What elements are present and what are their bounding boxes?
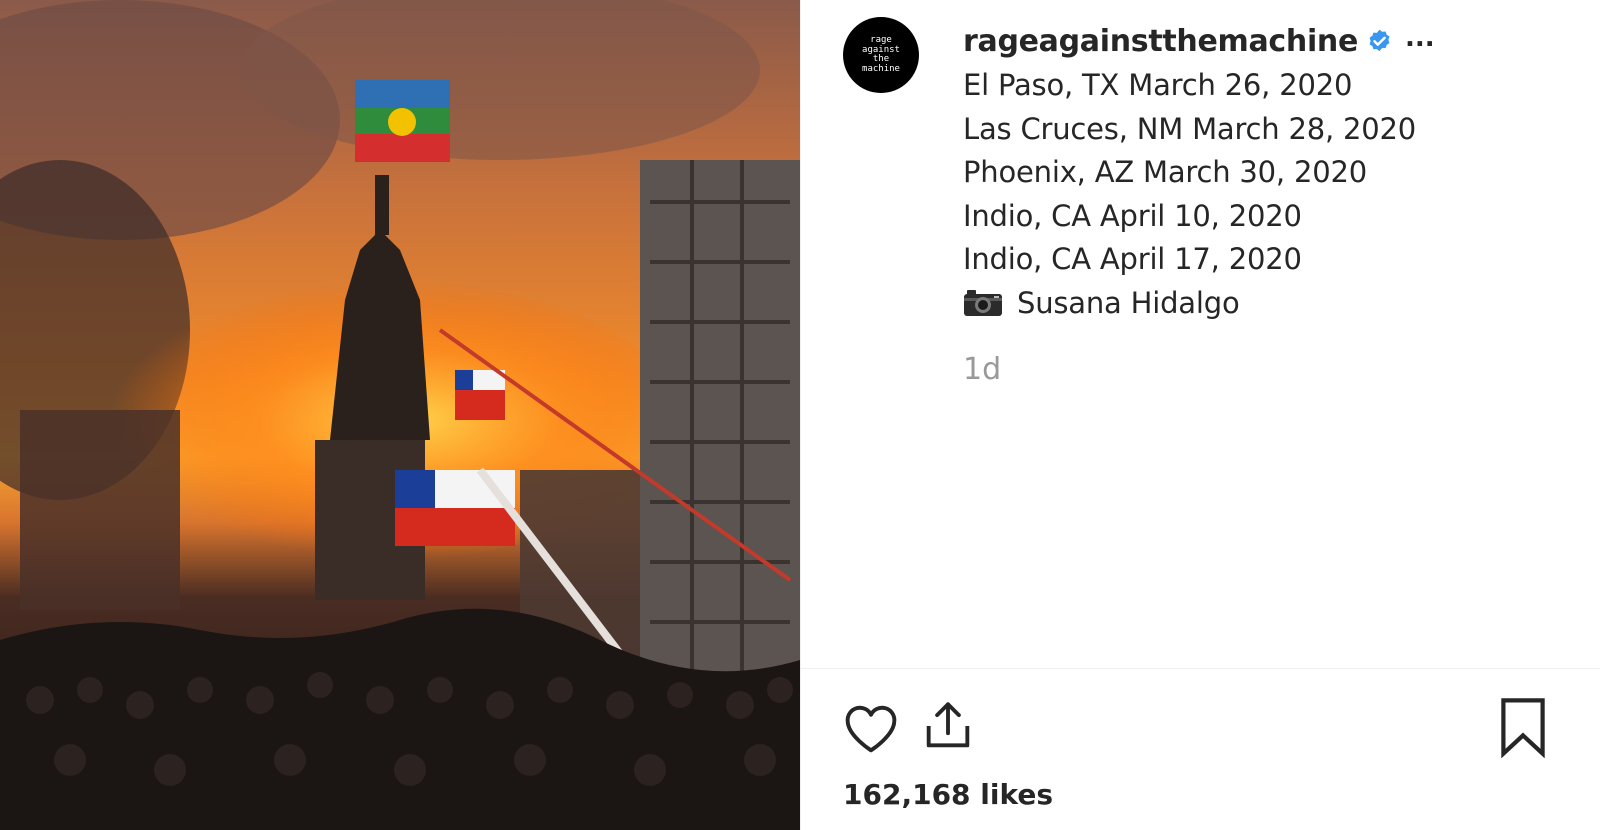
post-panel: rage against the machine rageagainstthem… <box>801 0 1600 830</box>
caption-line: Phoenix, AZ March 30, 2020 <box>963 155 1367 189</box>
post-photo[interactable] <box>0 0 800 830</box>
camera-icon <box>964 289 1002 316</box>
likes-count[interactable]: 162,168 likes <box>843 778 1053 811</box>
bookmark-icon[interactable] <box>1495 696 1551 758</box>
caption-line: El Paso, TX March 26, 2020 <box>963 68 1353 102</box>
photo-credit-name: Susana Hidalgo <box>1017 285 1240 320</box>
caption-line: Indio, CA April 17, 2020 <box>963 242 1302 276</box>
post-caption: rageagainstthemachine ... El Paso, TX Ma… <box>963 18 1563 325</box>
verified-badge-icon <box>1369 29 1390 51</box>
heart-icon[interactable] <box>841 700 901 754</box>
avatar-text-line: machine <box>862 63 900 74</box>
actions-divider <box>801 668 1600 669</box>
caption-line: Indio, CA April 10, 2020 <box>963 198 1302 233</box>
username-link[interactable]: rageagainstthemachine <box>963 24 1358 59</box>
share-icon[interactable] <box>919 696 977 756</box>
protest-photo-illustration <box>0 0 800 830</box>
photo-credit-line: Susana Hidalgo <box>963 282 1563 326</box>
caption-header: rageagainstthemachine ... <box>963 18 1563 64</box>
more-options-button[interactable]: ... <box>1405 23 1435 53</box>
post-timestamp[interactable]: 1d <box>963 352 1001 387</box>
caption-line: Las Cruces, NM March 28, 2020 <box>963 111 1417 146</box>
avatar[interactable]: rage against the machine <box>843 17 919 93</box>
